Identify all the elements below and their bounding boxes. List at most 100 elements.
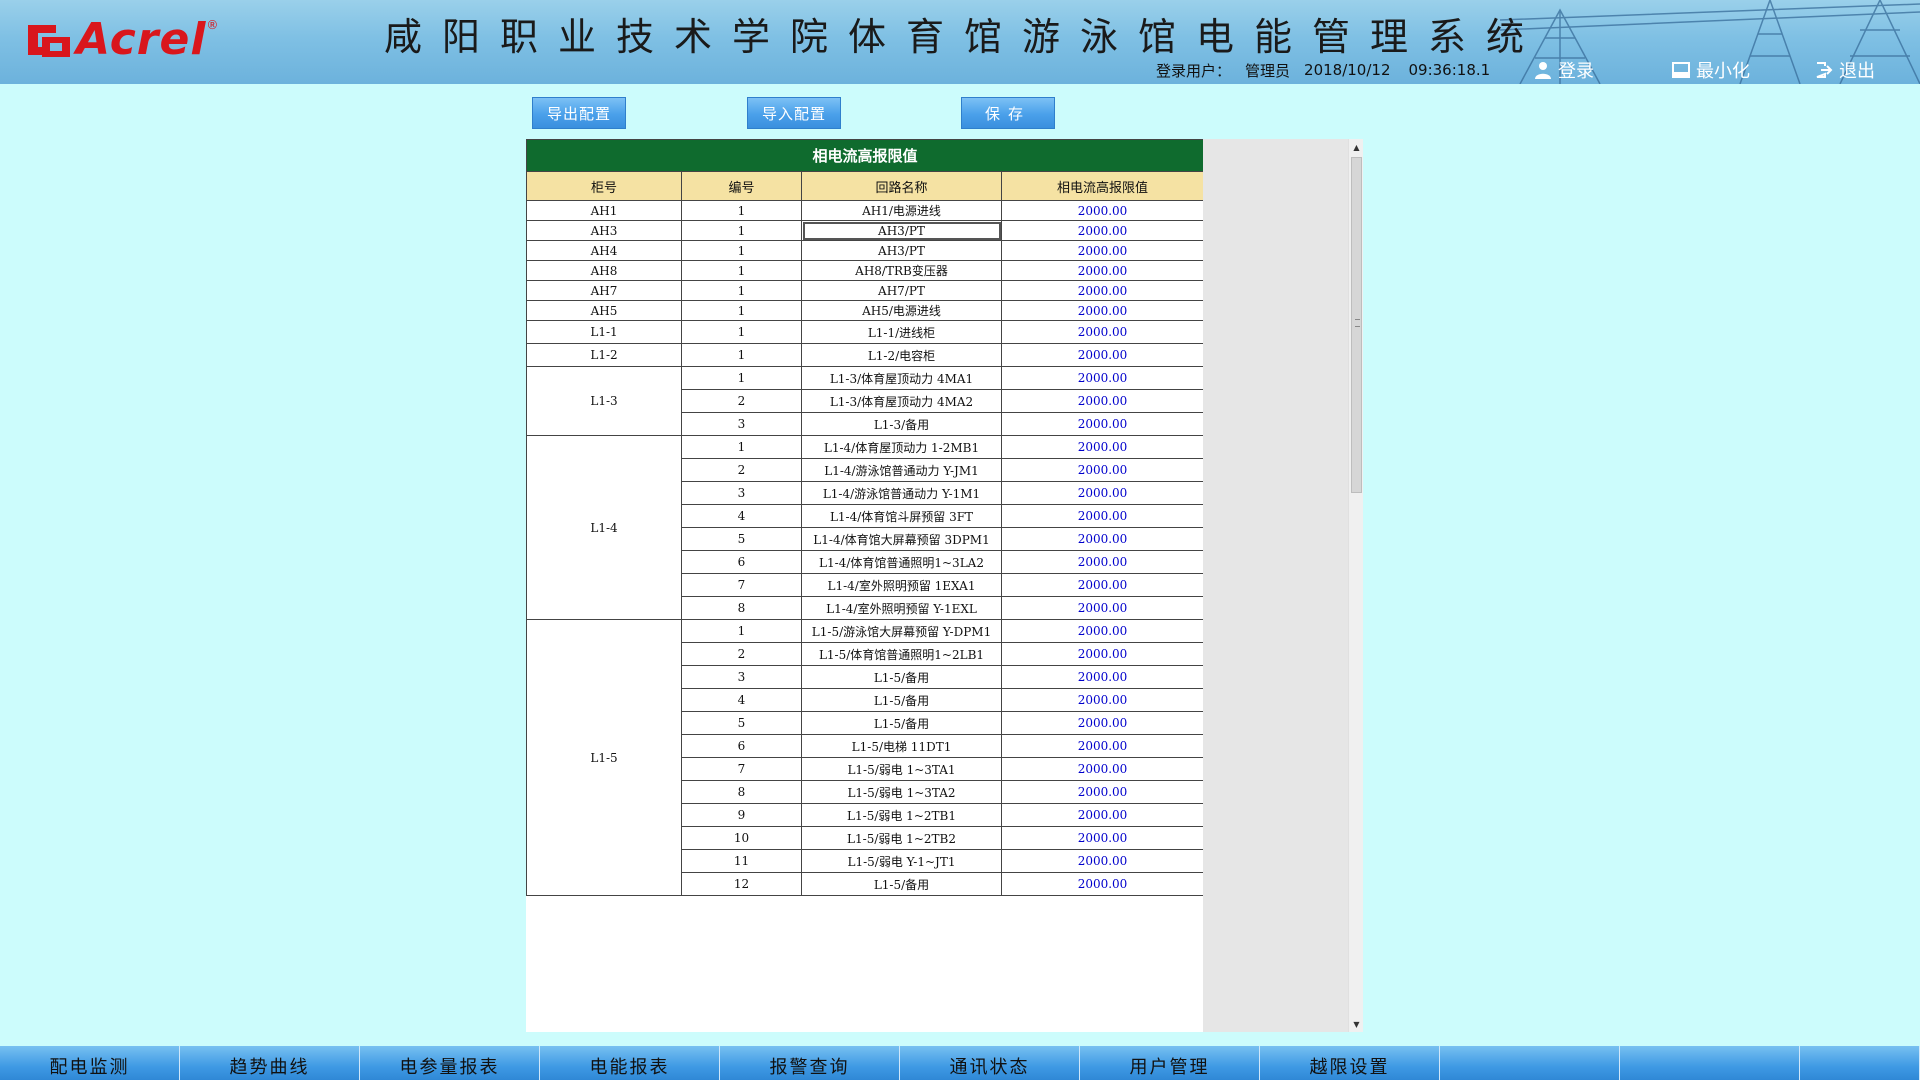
circuit-name-cell[interactable]: AH3/PT (801, 220, 1002, 241)
cabinet-cell: L1-1 (526, 320, 682, 344)
column-header-current-limit: 相电流高报限值 (1000, 171, 1203, 201)
nav-power-monitoring[interactable]: 配电监测 (0, 1046, 180, 1080)
current-limit-cell[interactable]: 2000.00 (1000, 757, 1203, 781)
circuit-name-cell[interactable]: L1-5/弱电 Y-1~JT1 (801, 849, 1002, 873)
current-limit-cell[interactable]: 2000.00 (1000, 688, 1203, 712)
current-limit-cell[interactable]: 2000.00 (1000, 803, 1203, 827)
login-label: 登录 (1558, 61, 1594, 82)
current-limit-cell[interactable]: 2000.00 (1000, 343, 1203, 367)
circuit-name-cell[interactable]: L1-4/游泳馆普通动力 Y-1M1 (801, 481, 1002, 505)
circuit-name-cell[interactable]: L1-5/备用 (801, 711, 1002, 735)
current-limit-cell[interactable]: 2000.00 (1000, 435, 1203, 459)
current-limit-cell[interactable]: 2000.00 (1000, 734, 1203, 758)
circuit-name-cell[interactable]: L1-5/备用 (801, 688, 1002, 712)
circuit-name-cell[interactable]: L1-5/游泳馆大屏幕预留 Y-DPM1 (801, 619, 1002, 643)
export-config-button[interactable]: 导出配置 (532, 97, 626, 129)
scrollbar-thumb[interactable] (1351, 157, 1362, 493)
scrollbar-grip-icon (1355, 319, 1360, 327)
limit-table-container: 相电流高报限值 柜号 编号 回路名称 相电流高报限值 AH1 1 AH1/电源进线 2… (526, 139, 1203, 1032)
current-limit-cell[interactable]: 2000.00 (1000, 872, 1203, 896)
current-limit-cell[interactable]: 2000.00 (1000, 711, 1203, 735)
circuit-name-cell[interactable]: L1-1/进线柜 (801, 320, 1002, 344)
current-limit-cell[interactable]: 2000.00 (1000, 220, 1203, 241)
current-limit-cell[interactable]: 2000.00 (1000, 642, 1203, 666)
current-limit-cell[interactable]: 2000.00 (1000, 849, 1203, 873)
column-header-circuit-name: 回路名称 (801, 171, 1002, 201)
table-scrollbar[interactable]: ▲ ▼ (1348, 139, 1363, 1032)
exit-label: 退出 (1839, 61, 1875, 82)
current-limit-cell[interactable]: 2000.00 (1000, 481, 1203, 505)
circuit-name-cell[interactable]: L1-5/体育馆普通照明1~2LB1 (801, 642, 1002, 666)
circuit-name-cell[interactable]: L1-3/体育屋顶动力 4MA2 (801, 389, 1002, 413)
number-cell: 12 (681, 872, 802, 896)
current-limit-cell[interactable]: 2000.00 (1000, 826, 1203, 850)
table-header-row: 柜号 编号 回路名称 相电流高报限值 (526, 171, 1203, 201)
login-button[interactable]: 登录 (1534, 58, 1594, 82)
circuit-name-cell[interactable]: L1-5/备用 (801, 665, 1002, 689)
current-limit-cell[interactable]: 2000.00 (1000, 527, 1203, 551)
current-limit-cell[interactable]: 2000.00 (1000, 573, 1203, 597)
nav-energy-report[interactable]: 电能报表 (540, 1046, 720, 1080)
current-limit-cell[interactable]: 2000.00 (1000, 458, 1203, 482)
exit-button[interactable]: 退出 (1815, 58, 1875, 82)
number-cell: 1 (681, 619, 802, 643)
circuit-name-cell[interactable]: L1-4/体育馆斗屏预留 3FT (801, 504, 1002, 528)
circuit-name-cell[interactable]: L1-5/弱电 1~3TA2 (801, 780, 1002, 804)
circuit-name-cell[interactable]: L1-2/电容柜 (801, 343, 1002, 367)
user-label: 登录用户： (1156, 61, 1232, 80)
current-limit-cell[interactable]: 2000.00 (1000, 389, 1203, 413)
current-limit-cell[interactable]: 2000.00 (1000, 665, 1203, 689)
minimize-icon (1672, 62, 1690, 78)
number-cell: 8 (681, 596, 802, 620)
nav-alarm-query[interactable]: 报警查询 (720, 1046, 900, 1080)
current-limit-cell[interactable]: 2000.00 (1000, 366, 1203, 390)
current-limit-cell[interactable]: 2000.00 (1000, 619, 1203, 643)
current-limit-cell[interactable]: 2000.00 (1000, 240, 1203, 261)
import-config-button[interactable]: 导入配置 (747, 97, 841, 129)
circuit-name-cell[interactable]: L1-5/弱电 1~3TA1 (801, 757, 1002, 781)
number-cell: 3 (681, 665, 802, 689)
nav-trend-curve[interactable]: 趋势曲线 (180, 1046, 360, 1080)
circuit-name-cell[interactable]: AH3/PT (801, 240, 1002, 261)
minimize-button[interactable]: 最小化 (1672, 58, 1750, 82)
circuit-name-cell[interactable]: L1-4/室外照明预留 Y-1EXL (801, 596, 1002, 620)
current-limit-cell[interactable]: 2000.00 (1000, 596, 1203, 620)
nav-electrical-parameter-report[interactable]: 电参量报表 (360, 1046, 540, 1080)
circuit-name-cell[interactable]: L1-4/游泳馆普通动力 Y-JM1 (801, 458, 1002, 482)
current-limit-cell[interactable]: 2000.00 (1000, 504, 1203, 528)
number-cell: 1 (681, 343, 802, 367)
current-limit-cell[interactable]: 2000.00 (1000, 550, 1203, 574)
circuit-name-cell[interactable]: L1-5/弱电 1~2TB2 (801, 826, 1002, 850)
circuit-name-cell[interactable]: L1-3/备用 (801, 412, 1002, 436)
scroll-down-arrow-icon[interactable]: ▼ (1349, 1016, 1364, 1032)
bottom-nav: 配电监测 趋势曲线 电参量报表 电能报表 报警查询 通讯状态 用户管理 越限设置 (0, 1046, 1920, 1080)
current-limit-cell[interactable]: 2000.00 (1000, 412, 1203, 436)
nav-communication-status[interactable]: 通讯状态 (900, 1046, 1080, 1080)
circuit-name-cell[interactable]: L1-5/电梯 11DT1 (801, 734, 1002, 758)
current-limit-cell[interactable]: 2000.00 (1000, 280, 1203, 301)
nav-user-management[interactable]: 用户管理 (1080, 1046, 1260, 1080)
number-cell: 2 (681, 389, 802, 413)
current-limit-cell[interactable]: 2000.00 (1000, 320, 1203, 344)
circuit-name-cell[interactable]: L1-3/体育屋顶动力 4MA1 (801, 366, 1002, 390)
circuit-name-cell[interactable]: L1-4/体育屋顶动力 1-2MB1 (801, 435, 1002, 459)
circuit-name-cell[interactable]: L1-5/备用 (801, 872, 1002, 896)
circuit-name-cell[interactable]: L1-4/体育馆普通照明1~3LA2 (801, 550, 1002, 574)
scroll-up-arrow-icon[interactable]: ▲ (1349, 139, 1364, 155)
circuit-name-cell[interactable]: AH1/电源进线 (801, 200, 1002, 221)
circuit-name-cell[interactable]: L1-4/体育馆大屏幕预留 3DPM1 (801, 527, 1002, 551)
table-row: L1-1 1 L1-1/进线柜 2000.00 (526, 320, 1203, 344)
table-body: AH1 1 AH1/电源进线 2000.00 AH3 1 AH3/PT 2000.00 AH4 1… (526, 200, 1203, 896)
circuit-name-cell[interactable]: L1-4/室外照明预留 1EXA1 (801, 573, 1002, 597)
circuit-name-cell[interactable]: L1-5/弱电 1~2TB1 (801, 803, 1002, 827)
nav-limit-settings[interactable]: 越限设置 (1260, 1046, 1440, 1080)
save-button[interactable]: 保存 (961, 97, 1055, 129)
cabinet-cell: AH1 (526, 200, 682, 221)
circuit-name-cell[interactable]: AH5/电源进线 (801, 300, 1002, 321)
circuit-name-cell[interactable]: AH7/PT (801, 280, 1002, 301)
current-limit-cell[interactable]: 2000.00 (1000, 300, 1203, 321)
circuit-name-cell[interactable]: AH8/TRB变压器 (801, 260, 1002, 281)
current-limit-cell[interactable]: 2000.00 (1000, 780, 1203, 804)
current-limit-cell[interactable]: 2000.00 (1000, 200, 1203, 221)
current-limit-cell[interactable]: 2000.00 (1000, 260, 1203, 281)
